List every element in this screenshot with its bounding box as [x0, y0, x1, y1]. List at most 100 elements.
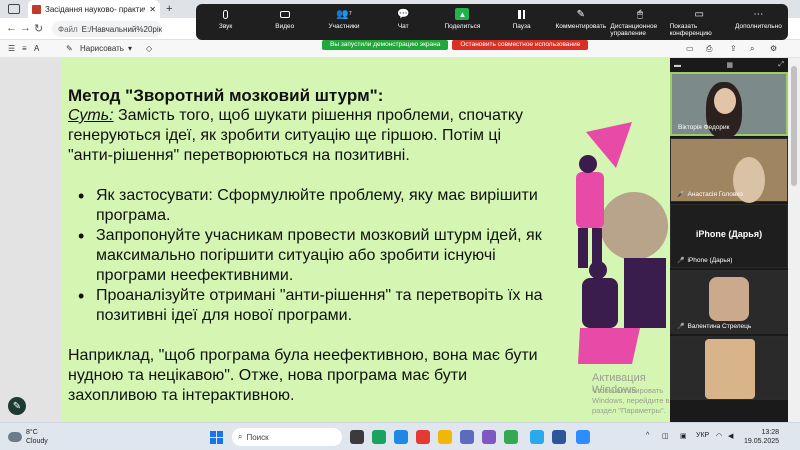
- telegram-icon[interactable]: [530, 430, 544, 444]
- muted-mic-icon: 🎤: [677, 192, 685, 198]
- list-icon[interactable]: ☰: [8, 44, 15, 53]
- participant-display-name: iPhone (Дарья): [695, 229, 763, 239]
- person-two-legs: [578, 328, 640, 364]
- explorer-icon[interactable]: [438, 430, 452, 444]
- clock-date: 19.05.2025: [744, 438, 780, 445]
- participant-tile[interactable]: 🎤 Анастасія Головко: [670, 138, 788, 203]
- clock[interactable]: 13:28 19.05.2025: [744, 428, 779, 446]
- scrollbar-thumb[interactable]: [791, 66, 797, 186]
- slide-intro: Суть: Замість того, щоб шукати рішення п…: [68, 106, 528, 166]
- save-icon[interactable]: ▭: [686, 44, 694, 53]
- minimize-icon[interactable]: ▬: [674, 62, 681, 69]
- tray-chevron-icon[interactable]: ^: [646, 432, 649, 439]
- share-icon[interactable]: ⇪: [730, 44, 737, 53]
- panel-toolbar: ▬ ▦ ⤢: [670, 58, 788, 72]
- more-button[interactable]: ⋯ Дополнительно: [729, 8, 788, 31]
- draw-icon[interactable]: ✎: [66, 44, 73, 53]
- participant-tile[interactable]: Вікторія Федорик: [670, 72, 788, 138]
- remote-control-button[interactable]: 🖱 Дистанционное управление: [610, 8, 669, 38]
- microphone-icon: [219, 8, 233, 20]
- zoom-icon[interactable]: [576, 430, 590, 444]
- participant-tile[interactable]: [670, 336, 788, 400]
- layout-icon[interactable]: ▦: [726, 61, 733, 69]
- search-label: Поиск: [246, 432, 269, 442]
- bullet-item: Запропонуйте учасникам провести мозковий…: [76, 226, 546, 286]
- tray-app-icon[interactable]: ◫: [662, 432, 669, 440]
- slide-bullets: Як застосувати: Сформулюйте проблему, як…: [76, 186, 546, 326]
- circle-shape: [600, 192, 668, 260]
- bullet-item: Як застосувати: Сформулюйте проблему, як…: [76, 186, 546, 226]
- audio-label: Звук: [218, 23, 233, 30]
- zoom-meeting-controls: Звук Видео 👥 7 Участники 💬 Чат ▲ Поделить…: [196, 4, 788, 40]
- start-button[interactable]: [210, 431, 223, 444]
- show-meeting-button[interactable]: ▭ Показать конференцию: [669, 8, 729, 38]
- wifi-icon[interactable]: ◠: [716, 432, 722, 440]
- muted-mic-icon: 🎤: [677, 258, 685, 264]
- language-indicator[interactable]: УКР: [696, 432, 709, 439]
- new-tab-button[interactable]: +: [166, 3, 172, 15]
- windows-activation-sub: Чтобы активировать Windows, перейдите в …: [592, 386, 670, 415]
- slide-page: Метод "Зворотний мозковий штурм": Суть: …: [62, 58, 670, 422]
- opera-icon[interactable]: [416, 430, 430, 444]
- square-shape: [624, 258, 666, 328]
- participant-video: [705, 339, 755, 399]
- weather-widget[interactable]: 8°C Cloudy: [8, 428, 48, 446]
- weather-temp: 8°C: [26, 429, 38, 436]
- draw-pen-button[interactable]: ✎: [8, 397, 26, 415]
- slide-title: Метод "Зворотний мозковий штурм":: [68, 86, 384, 105]
- meeting-window-icon: ▭: [694, 8, 704, 20]
- participant-video: [709, 277, 749, 321]
- video-button[interactable]: Видео: [255, 8, 314, 30]
- participants-button[interactable]: 👥 7 Участники: [314, 8, 373, 31]
- edge-icon[interactable]: [372, 430, 386, 444]
- camera-icon: [278, 8, 292, 20]
- teams-icon[interactable]: [460, 430, 474, 444]
- word-icon[interactable]: [552, 430, 566, 444]
- show-meeting-label: Показать конференцию: [669, 23, 712, 37]
- annotate-button[interactable]: ✎ Комментировать: [551, 8, 610, 31]
- url-field[interactable]: Файл E:/Навчальний%20рік%202024: [52, 21, 162, 37]
- tab-actions-icon[interactable]: [8, 4, 20, 14]
- chat-button[interactable]: 💬 Чат: [374, 8, 433, 31]
- weather-condition: Cloudy: [26, 438, 48, 445]
- participant-tile[interactable]: iPhone (Дарья) 🎤 iPhone (Дарья): [670, 204, 788, 268]
- audio-button[interactable]: Звук: [196, 8, 255, 30]
- share-status-bar: Вы запустили демонстрацию экрана Останов…: [322, 40, 589, 50]
- erase-icon[interactable]: ◇: [146, 44, 152, 53]
- read-aloud-icon[interactable]: A: [34, 44, 39, 53]
- more-icon: ⋯: [753, 8, 764, 20]
- tray-zoom-icon[interactable]: ▣: [680, 432, 687, 440]
- windows-taskbar: 8°C Cloudy ⌕ Поиск ^ ◫ ▣ УКР ◠ ◀ 13:28 1…: [0, 422, 800, 450]
- pause-label: Пауза: [512, 23, 531, 30]
- video-label: Видео: [275, 23, 295, 30]
- settings-icon[interactable]: ⚙: [770, 44, 777, 53]
- pause-button[interactable]: Пауза: [492, 8, 551, 30]
- draw-button[interactable]: Нарисовать: [80, 44, 124, 53]
- person-one-head: [579, 155, 597, 173]
- task-view-icon[interactable]: [350, 430, 364, 444]
- share-screen-icon: ▲: [455, 8, 470, 20]
- page-scrollbar[interactable]: [788, 58, 800, 422]
- search-icon[interactable]: ⌕: [750, 44, 754, 54]
- toc-icon[interactable]: ≡: [22, 44, 27, 53]
- muted-mic-icon: 🎤: [677, 324, 685, 330]
- reload-icon[interactable]: ↻: [34, 22, 43, 35]
- browser-tab[interactable]: Засідання науково- практичного ✕: [28, 0, 160, 18]
- expand-icon[interactable]: ⤢: [778, 61, 784, 69]
- back-icon[interactable]: ←: [6, 22, 17, 34]
- search-icon: ⌕: [238, 432, 243, 441]
- pdf-icon: [32, 4, 41, 14]
- taskbar-search[interactable]: ⌕ Поиск: [232, 428, 342, 446]
- viber-icon[interactable]: [482, 430, 496, 444]
- print-icon[interactable]: ⎙: [706, 44, 712, 54]
- forward-icon[interactable]: →: [20, 22, 31, 34]
- chrome-icon[interactable]: [504, 430, 518, 444]
- share-button[interactable]: ▲ Поделиться: [433, 8, 492, 30]
- stop-share-button[interactable]: Остановить совместное использование: [452, 40, 589, 50]
- participant-tile[interactable]: 🎤 Валентина Стрелець: [670, 270, 788, 334]
- volume-icon[interactable]: ◀: [728, 432, 733, 440]
- outlook-icon[interactable]: [394, 430, 408, 444]
- dropdown-icon[interactable]: ▾: [128, 44, 132, 53]
- close-tab-icon[interactable]: ✕: [149, 5, 156, 14]
- participants-panel: ▬ ▦ ⤢ Вікторія Федорик 🎤 Анастасія Головк…: [670, 58, 788, 422]
